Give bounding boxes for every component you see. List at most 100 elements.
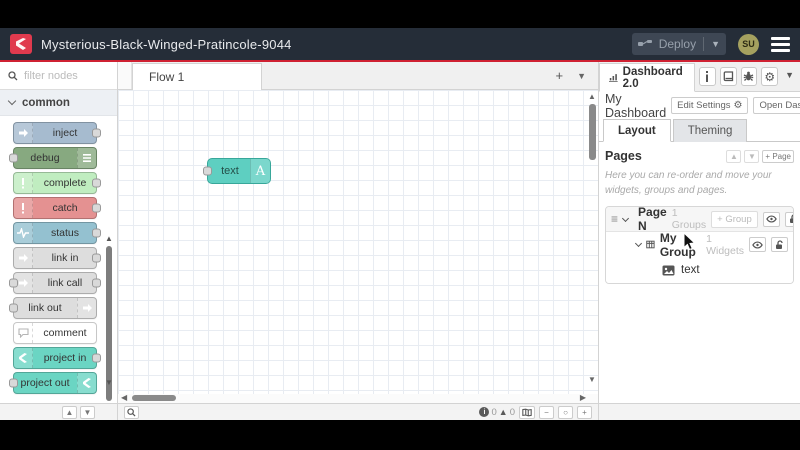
sidebar-tab-bar: Dashboard 2.0 ⚙ ▼ [599,62,800,92]
gear-icon: ⚙ [764,69,776,84]
flowfuse-logo-icon [10,34,32,54]
group-lock-button[interactable] [771,237,788,252]
sidebar-footer [599,403,800,420]
palette-node-status[interactable]: status [13,222,101,244]
palette-node-list: inject debug complete catch status link … [0,116,117,403]
group-visibility-button[interactable] [749,237,766,252]
node-output-port [92,178,101,188]
eye-icon [752,240,763,249]
add-group-button[interactable]: + Group [711,210,758,228]
sidebar-tabs-caret-icon[interactable]: ▼ [785,70,794,80]
bug-icon [744,71,754,81]
debug-icon [77,148,96,168]
node-output-port [92,353,101,363]
pages-heading: Pages [605,149,642,163]
header: Mysterious-Black-Winged-Pratincole-9044 … [0,28,800,60]
drag-handle-icon[interactable]: ≡ [611,213,618,225]
palette-node-link-out[interactable]: link out [9,297,97,319]
scroll-down-icon[interactable]: ▼ [104,378,114,387]
tree-row-widget[interactable]: text [606,257,793,283]
mouse-cursor [683,232,696,251]
dashboard-subtabs: Layout Theming [599,119,800,142]
main-menu-icon[interactable] [771,36,790,52]
dashboard-header: My Dashboard Edit Settings ⚙ Open Dashbo… [599,92,800,120]
flow-list-caret-icon[interactable]: ▼ [577,71,586,81]
instance-title: Mysterious-Black-Winged-Pratincole-9044 [41,36,292,52]
tab-layout[interactable]: Layout [603,119,671,142]
deploy-button[interactable]: Deploy ▼ [631,33,726,55]
move-page-down-button[interactable]: ▼ [744,149,760,163]
tree-row-group[interactable]: My Group 1 Widgets [606,231,793,259]
palette-search[interactable]: filter nodes [0,62,117,90]
flow-tab[interactable]: Flow 1 [132,63,262,90]
workspace-canvas[interactable]: text A ▲ ▼ [118,90,598,394]
scroll-up-icon[interactable]: ▲ [587,92,597,101]
flow-tab-bar: Flow 1 + ▼ [118,62,598,90]
bar-chart-icon [609,73,618,82]
chevron-down-icon [7,96,17,106]
zoom-reset-button[interactable]: ○ [558,405,573,419]
palette-node-project-out[interactable]: project out [9,372,97,394]
page-visibility-button[interactable] [762,211,780,227]
scroll-left-icon[interactable]: ◀ [121,393,127,402]
node-output-port [92,228,101,238]
edit-settings-button[interactable]: Edit Settings ⚙ [671,97,749,114]
app-window: Mysterious-Black-Winged-Pratincole-9044 … [0,0,800,450]
user-avatar[interactable]: SU [738,33,759,55]
palette-node-comment[interactable]: comment [13,322,97,344]
debug-tab-button[interactable] [740,67,758,86]
deploy-icon [637,40,652,46]
palette-scrollbar[interactable]: ▲ ▼ [104,234,114,401]
notices-count[interactable]: i 0 ▲ 0 [479,407,515,418]
unlock-icon [789,214,793,223]
tab-theming[interactable]: Theming [672,119,748,142]
canvas-horizontal-scrollbar[interactable]: ◀ ▶ [118,393,598,403]
palette-node-debug[interactable]: debug [9,147,97,169]
scroll-up-icon[interactable]: ▲ [104,234,114,243]
palette-node-inject[interactable]: inject [13,122,101,144]
node-output-port [92,253,101,263]
info-tab-button[interactable] [699,67,716,86]
canvas-node-text[interactable]: text A [203,158,271,184]
zoom-in-button[interactable]: + [577,405,592,419]
v-scrollbar-thumb[interactable] [589,104,596,160]
move-page-up-button[interactable]: ▲ [726,149,742,163]
status-icon [14,223,33,243]
layout-panel: Pages ▲ ▼ + Page Here you can re-order a… [599,142,800,403]
palette-category-common[interactable]: common [0,90,117,116]
page-lock-button[interactable] [784,211,793,227]
collapse-categories-button[interactable]: ▲ [62,405,77,419]
chevron-down-icon[interactable] [634,239,643,248]
tree-row-page[interactable]: ≡ Page N 1 Groups + Group [606,207,793,233]
palette-node-complete[interactable]: complete [13,172,101,194]
add-flow-button[interactable]: + [555,68,563,83]
zoom-out-button[interactable]: − [539,405,554,419]
tabbar-left-gap [118,62,132,89]
deploy-caret-icon[interactable]: ▼ [711,39,720,49]
config-tab-button[interactable]: ⚙ [761,67,779,86]
link-in-icon [14,248,33,268]
navigator-button[interactable] [519,405,535,419]
open-dashboard-button[interactable]: Open Dashboard [753,97,800,114]
search-flows-button[interactable] [124,405,139,419]
scroll-right-icon[interactable]: ▶ [580,393,586,402]
pages-tree: ≡ Page N 1 Groups + Group My Group 1 Wid… [605,206,794,284]
canvas-vertical-scrollbar[interactable]: ▲ ▼ [587,90,597,384]
palette-node-catch[interactable]: catch [13,197,101,219]
add-page-button[interactable]: + Page [762,149,794,163]
scroll-down-icon[interactable]: ▼ [587,375,597,384]
eye-icon [765,215,777,223]
chevron-down-icon[interactable] [621,214,630,222]
book-icon [723,71,733,82]
palette-node-link-in[interactable]: link in [13,247,101,269]
warning-icon: ▲ [498,407,508,417]
expand-categories-button[interactable]: ▼ [80,405,95,419]
image-icon [662,265,675,275]
palette-node-link-call[interactable]: link call [9,272,101,294]
node-input-port[interactable] [203,166,212,176]
h-scrollbar-thumb[interactable] [132,395,176,401]
text-widget-icon: A [250,159,270,183]
palette-node-project-in[interactable]: project in [13,347,101,369]
help-tab-button[interactable] [719,67,737,86]
tab-dashboard-2[interactable]: Dashboard 2.0 [599,63,696,92]
